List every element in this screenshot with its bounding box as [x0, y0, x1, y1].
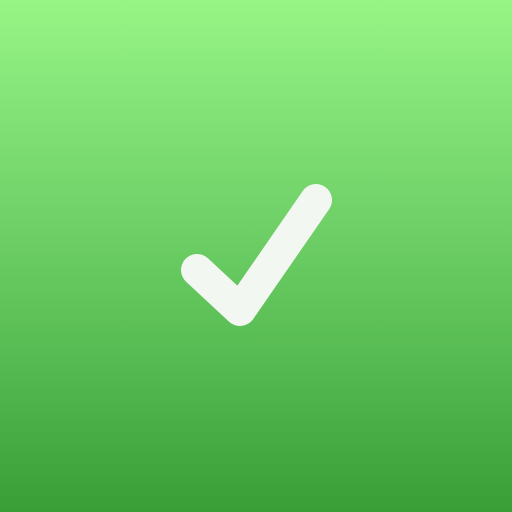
checkmark-glyph: [181, 184, 332, 326]
app-icon-tile: [0, 0, 512, 512]
checkmark-icon: [0, 0, 512, 512]
